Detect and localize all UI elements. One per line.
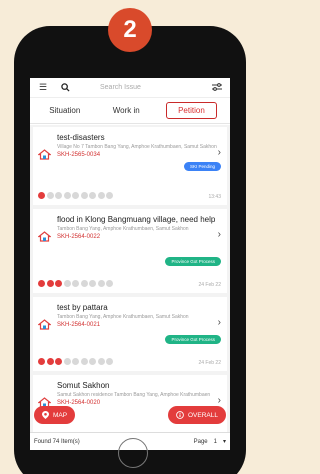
progress-dot [38, 280, 45, 287]
progress-dot [89, 192, 96, 199]
progress-dot [106, 358, 113, 365]
tab-petition[interactable]: Petition [166, 102, 217, 119]
overall-button-label: OVERALL [188, 411, 218, 419]
issue-date: 24 Feb 22 [198, 282, 221, 288]
page-select[interactable]: 1 [214, 439, 217, 445]
issue-title: test-disasters [57, 133, 105, 142]
progress-dot [63, 192, 71, 199]
search-icon[interactable] [58, 81, 72, 95]
home-button[interactable] [118, 438, 148, 468]
progress-dot [89, 358, 96, 365]
issue-address: Tambon Bang Yang, Amphoe Krathumbaen, Sa… [57, 314, 189, 320]
map-pin-icon [42, 411, 49, 419]
chevron-down-icon[interactable]: ▾ [223, 438, 226, 445]
issue-code: SKH-2564-0021 [57, 322, 101, 328]
tab-situation[interactable]: Situation [43, 103, 86, 118]
progress-dot [63, 358, 71, 365]
status-badge: Province Got Process [165, 335, 221, 344]
progress-dot [89, 280, 96, 287]
progress-dot [63, 280, 71, 287]
progress-dot [55, 280, 62, 287]
progress-dot [106, 192, 113, 199]
page-label: Page [193, 438, 208, 445]
progress-dot [38, 192, 45, 199]
progress-dot [55, 192, 62, 199]
chevron-right-icon[interactable]: › [218, 317, 221, 328]
issue-address: Tambon Bang Yang, Amphoe Krathumbaen, Sa… [57, 226, 189, 232]
info-icon [176, 411, 184, 419]
issue-title: flood in Klong Bangmuang village, need h… [57, 215, 216, 224]
search-input[interactable]: Search Issue [80, 84, 202, 91]
progress-dot [46, 280, 54, 287]
chevron-right-icon[interactable]: › [218, 147, 221, 158]
progress-dot [106, 280, 113, 287]
overall-button[interactable]: OVERALL [168, 406, 226, 424]
tab-work-in[interactable]: Work in [107, 103, 146, 118]
issue-card[interactable]: test by pattara Tambon Bang Yang, Amphoe… [33, 297, 227, 371]
issue-date: 13:43 [208, 194, 221, 200]
map-button[interactable]: MAP [34, 406, 76, 424]
progress-dot [46, 192, 54, 199]
status-badge: SKI Pending [183, 162, 221, 171]
issue-card[interactable]: flood in Klong Bangmuang village, need h… [33, 209, 227, 293]
issue-address: Village No 7 Tambon Bang Yang, Amphoe Kr… [57, 144, 217, 150]
progress-dot [46, 358, 54, 365]
house-icon [38, 149, 51, 160]
issue-address: Samut Sakhon residence Tambon Bang Yang,… [57, 392, 211, 398]
chevron-right-icon[interactable]: › [218, 229, 221, 240]
step-number-badge: 2 [108, 8, 152, 52]
issue-code: SKH-2564-0022 [57, 234, 101, 240]
progress-dot [38, 358, 45, 365]
issue-card[interactable]: Somut Sakhon Samut Sakhon residence Tamb… [33, 375, 227, 435]
progress-dot [97, 358, 105, 365]
issue-code: SKH-2565-0034 [57, 152, 101, 158]
issue-card[interactable]: test-disasters Village No 7 Tambon Bang … [33, 127, 227, 205]
chevron-right-icon[interactable]: › [218, 395, 221, 406]
issue-date: 24 Feb 22 [198, 360, 221, 366]
progress-dots [38, 280, 113, 287]
settings-sliders-icon[interactable] [210, 81, 224, 95]
issue-title: test by pattara [57, 303, 108, 312]
progress-dot [72, 280, 79, 287]
pagination: Page 1 ▾ [193, 438, 226, 446]
progress-dot [80, 358, 88, 365]
app-screen: ☰ Search Issue Situation Work in Petitio… [30, 78, 230, 450]
filter-list-icon[interactable]: ☰ [36, 81, 50, 95]
progress-dot [55, 358, 62, 365]
progress-dot [72, 192, 79, 199]
issue-list: test-disasters Village No 7 Tambon Bang … [30, 125, 230, 435]
progress-dots [38, 358, 113, 365]
phone-frame: ☰ Search Issue Situation Work in Petitio… [14, 26, 246, 474]
progress-dot [97, 192, 105, 199]
progress-dot [72, 358, 79, 365]
top-bar: ☰ Search Issue [30, 78, 230, 98]
house-icon [38, 231, 51, 242]
progress-dot [80, 192, 88, 199]
result-count: Found 74 Item(s) [34, 438, 80, 445]
progress-dots [38, 192, 113, 199]
issue-title: Somut Sakhon [57, 381, 110, 390]
map-button-label: MAP [53, 411, 68, 419]
tab-bar: Situation Work in Petition [30, 98, 230, 124]
status-badge: Province Got Process [165, 257, 221, 266]
house-icon [38, 319, 51, 330]
progress-dot [97, 280, 105, 287]
progress-dot [80, 280, 88, 287]
